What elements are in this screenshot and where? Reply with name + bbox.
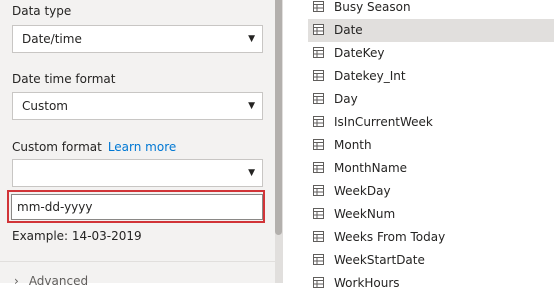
- field-name: DateKey: [334, 46, 385, 60]
- field-item[interactable]: MonthName: [308, 157, 554, 180]
- chevron-down-icon: ▼: [248, 168, 255, 178]
- custom-format-label: Custom format: [12, 140, 102, 154]
- field-item[interactable]: WeekDay: [308, 180, 554, 203]
- table-icon: [313, 1, 324, 12]
- field-item[interactable]: Datekey_Int: [308, 65, 554, 88]
- table-icon: [313, 162, 324, 173]
- custom-format-select[interactable]: ▼: [12, 159, 263, 187]
- datetime-format-select[interactable]: Custom ▼: [12, 92, 263, 120]
- chevron-down-icon: ▼: [248, 34, 255, 44]
- field-name: WeekStartDate: [334, 253, 425, 267]
- field-item[interactable]: Month: [308, 134, 554, 157]
- table-icon: [313, 24, 324, 35]
- field-item[interactable]: WeekNum: [308, 203, 554, 226]
- table-icon: [313, 208, 324, 219]
- field-list: Busy Season Date DateKey Datekey_Int Day IsIn…: [283, 0, 554, 295]
- table-icon: [313, 116, 324, 127]
- advanced-section-toggle[interactable]: › Advanced: [14, 274, 88, 288]
- fields-pane: Busy Season Date DateKey Datekey_Int Day IsIn…: [283, 0, 554, 290]
- advanced-label: Advanced: [28, 274, 89, 288]
- format-example: Example: 14-03-2019: [12, 229, 142, 243]
- chevron-right-icon: ›: [14, 274, 19, 288]
- divider: [0, 261, 275, 262]
- field-item[interactable]: IsInCurrentWeek: [308, 111, 554, 134]
- field-name: WeekNum: [334, 207, 396, 221]
- field-name: IsInCurrentWeek: [334, 115, 433, 129]
- field-name: Date: [334, 23, 363, 37]
- data-type-value: Date/time: [22, 32, 82, 46]
- table-icon: [313, 70, 324, 81]
- field-name: Busy Season: [334, 0, 411, 14]
- field-item[interactable]: WeekStartDate: [308, 249, 554, 272]
- field-name: Month: [334, 138, 372, 152]
- custom-format-input[interactable]: [11, 194, 263, 220]
- field-name: Weeks From Today: [334, 230, 446, 244]
- field-name: Day: [334, 92, 358, 106]
- field-name: MonthName: [334, 161, 408, 175]
- field-name: WorkHours: [334, 276, 400, 290]
- field-name: WeekDay: [334, 184, 391, 198]
- column-properties-pane: Data type Date/time ▼ Date time format C…: [0, 0, 275, 288]
- data-type-label: Data type: [12, 4, 72, 18]
- field-item[interactable]: WorkHours: [308, 272, 554, 295]
- field-item[interactable]: Date: [308, 19, 554, 42]
- learn-more-link[interactable]: Learn more: [108, 140, 176, 154]
- datetime-format-value: Custom: [22, 99, 68, 113]
- field-item[interactable]: Day: [308, 88, 554, 111]
- datetime-format-label: Date time format: [12, 72, 116, 86]
- field-name: Datekey_Int: [334, 69, 406, 83]
- table-icon: [313, 139, 324, 150]
- field-item[interactable]: Weeks From Today: [308, 226, 554, 249]
- table-icon: [313, 254, 324, 265]
- data-type-select[interactable]: Date/time ▼: [12, 25, 263, 53]
- custom-format-label-row: Custom format Learn more: [12, 140, 176, 154]
- field-item[interactable]: DateKey: [308, 42, 554, 65]
- table-icon: [313, 185, 324, 196]
- scrollbar-thumb[interactable]: [275, 0, 282, 235]
- table-icon: [313, 231, 324, 242]
- table-icon: [313, 47, 324, 58]
- table-icon: [313, 93, 324, 104]
- chevron-down-icon: ▼: [248, 101, 255, 111]
- field-item[interactable]: Busy Season: [308, 0, 554, 19]
